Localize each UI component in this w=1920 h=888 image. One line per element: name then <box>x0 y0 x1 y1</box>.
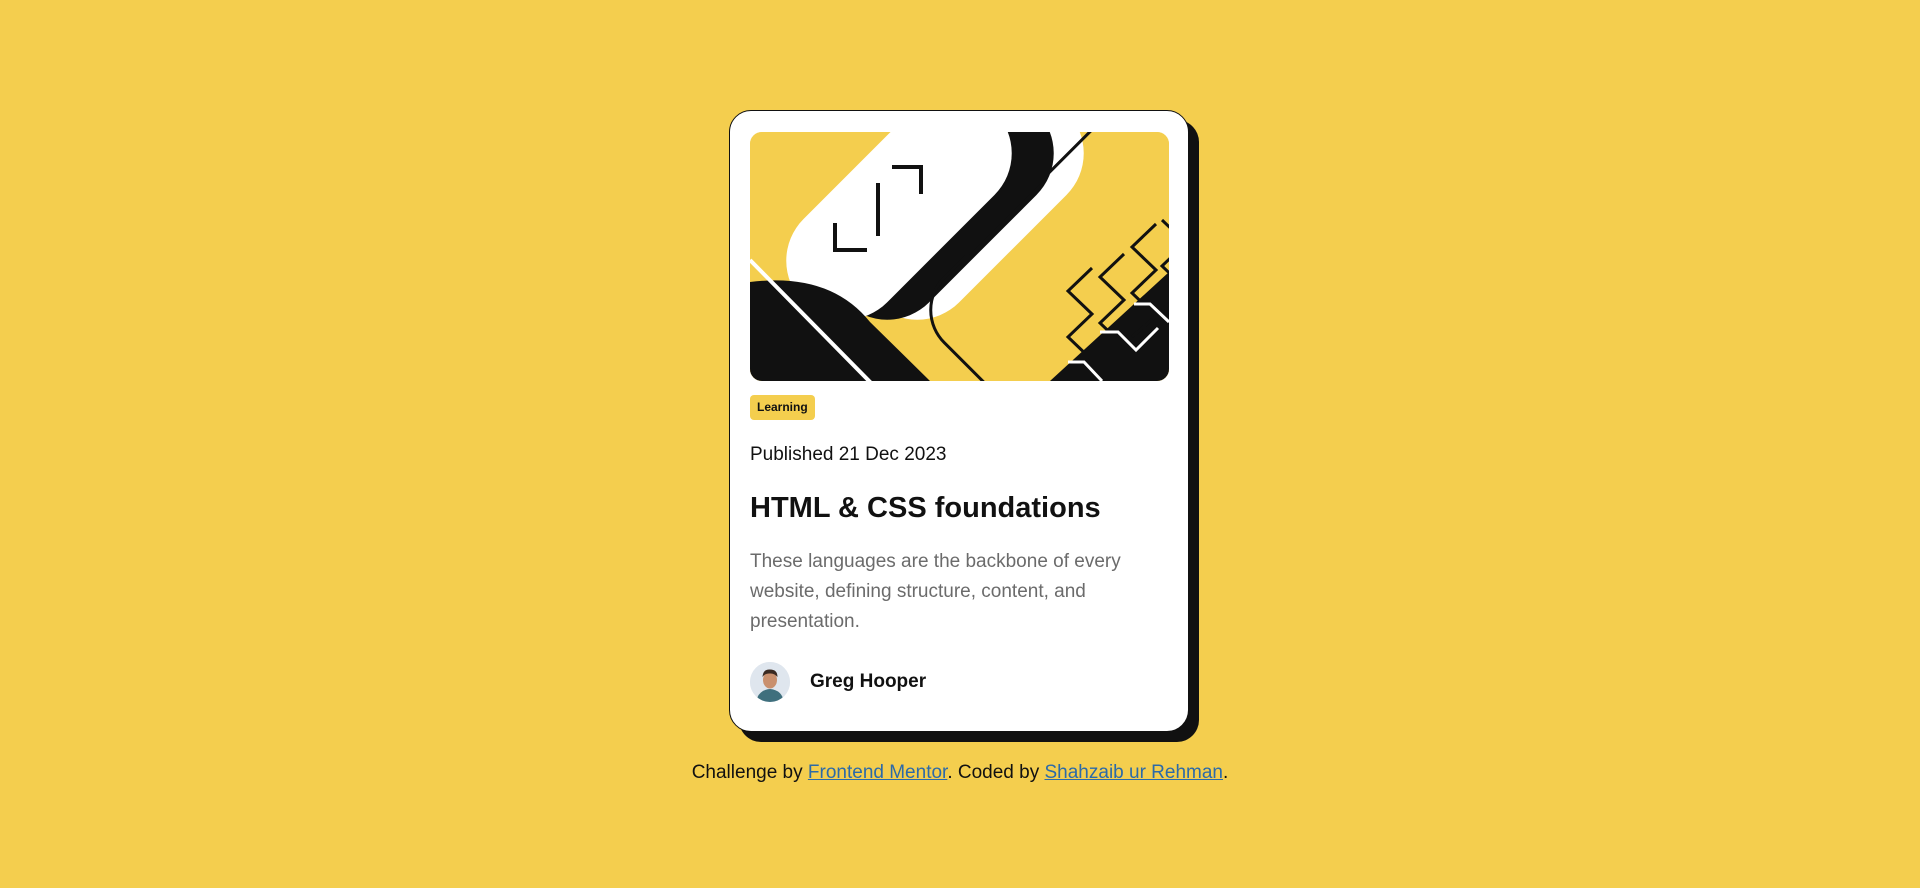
published-date: Published 21 Dec 2023 <box>750 444 947 465</box>
avatar <box>750 662 790 702</box>
author-name: Greg Hooper <box>810 671 927 692</box>
card-title[interactable]: HTML & CSS foundations <box>750 492 1101 525</box>
attribution-middle: . Coded by <box>947 762 1045 783</box>
attribution-suffix: . <box>1223 762 1229 783</box>
card-illustration <box>750 132 1169 381</box>
attribution: Challenge by Frontend Mentor. Coded by S… <box>0 762 1920 784</box>
category-tag: Learning <box>750 395 815 420</box>
blog-preview-card: Learning Published 21 Dec 2023 HTML & CS… <box>729 110 1189 732</box>
frontend-mentor-link[interactable]: Frontend Mentor <box>808 762 947 783</box>
card-description: These languages are the backbone of ever… <box>750 551 1121 632</box>
page: Learning Published 21 Dec 2023 HTML & CS… <box>0 0 1920 888</box>
author: Greg Hooper <box>750 662 926 702</box>
attribution-prefix: Challenge by <box>691 762 808 783</box>
author-link[interactable]: Shahzaib ur Rehman <box>1045 762 1224 783</box>
